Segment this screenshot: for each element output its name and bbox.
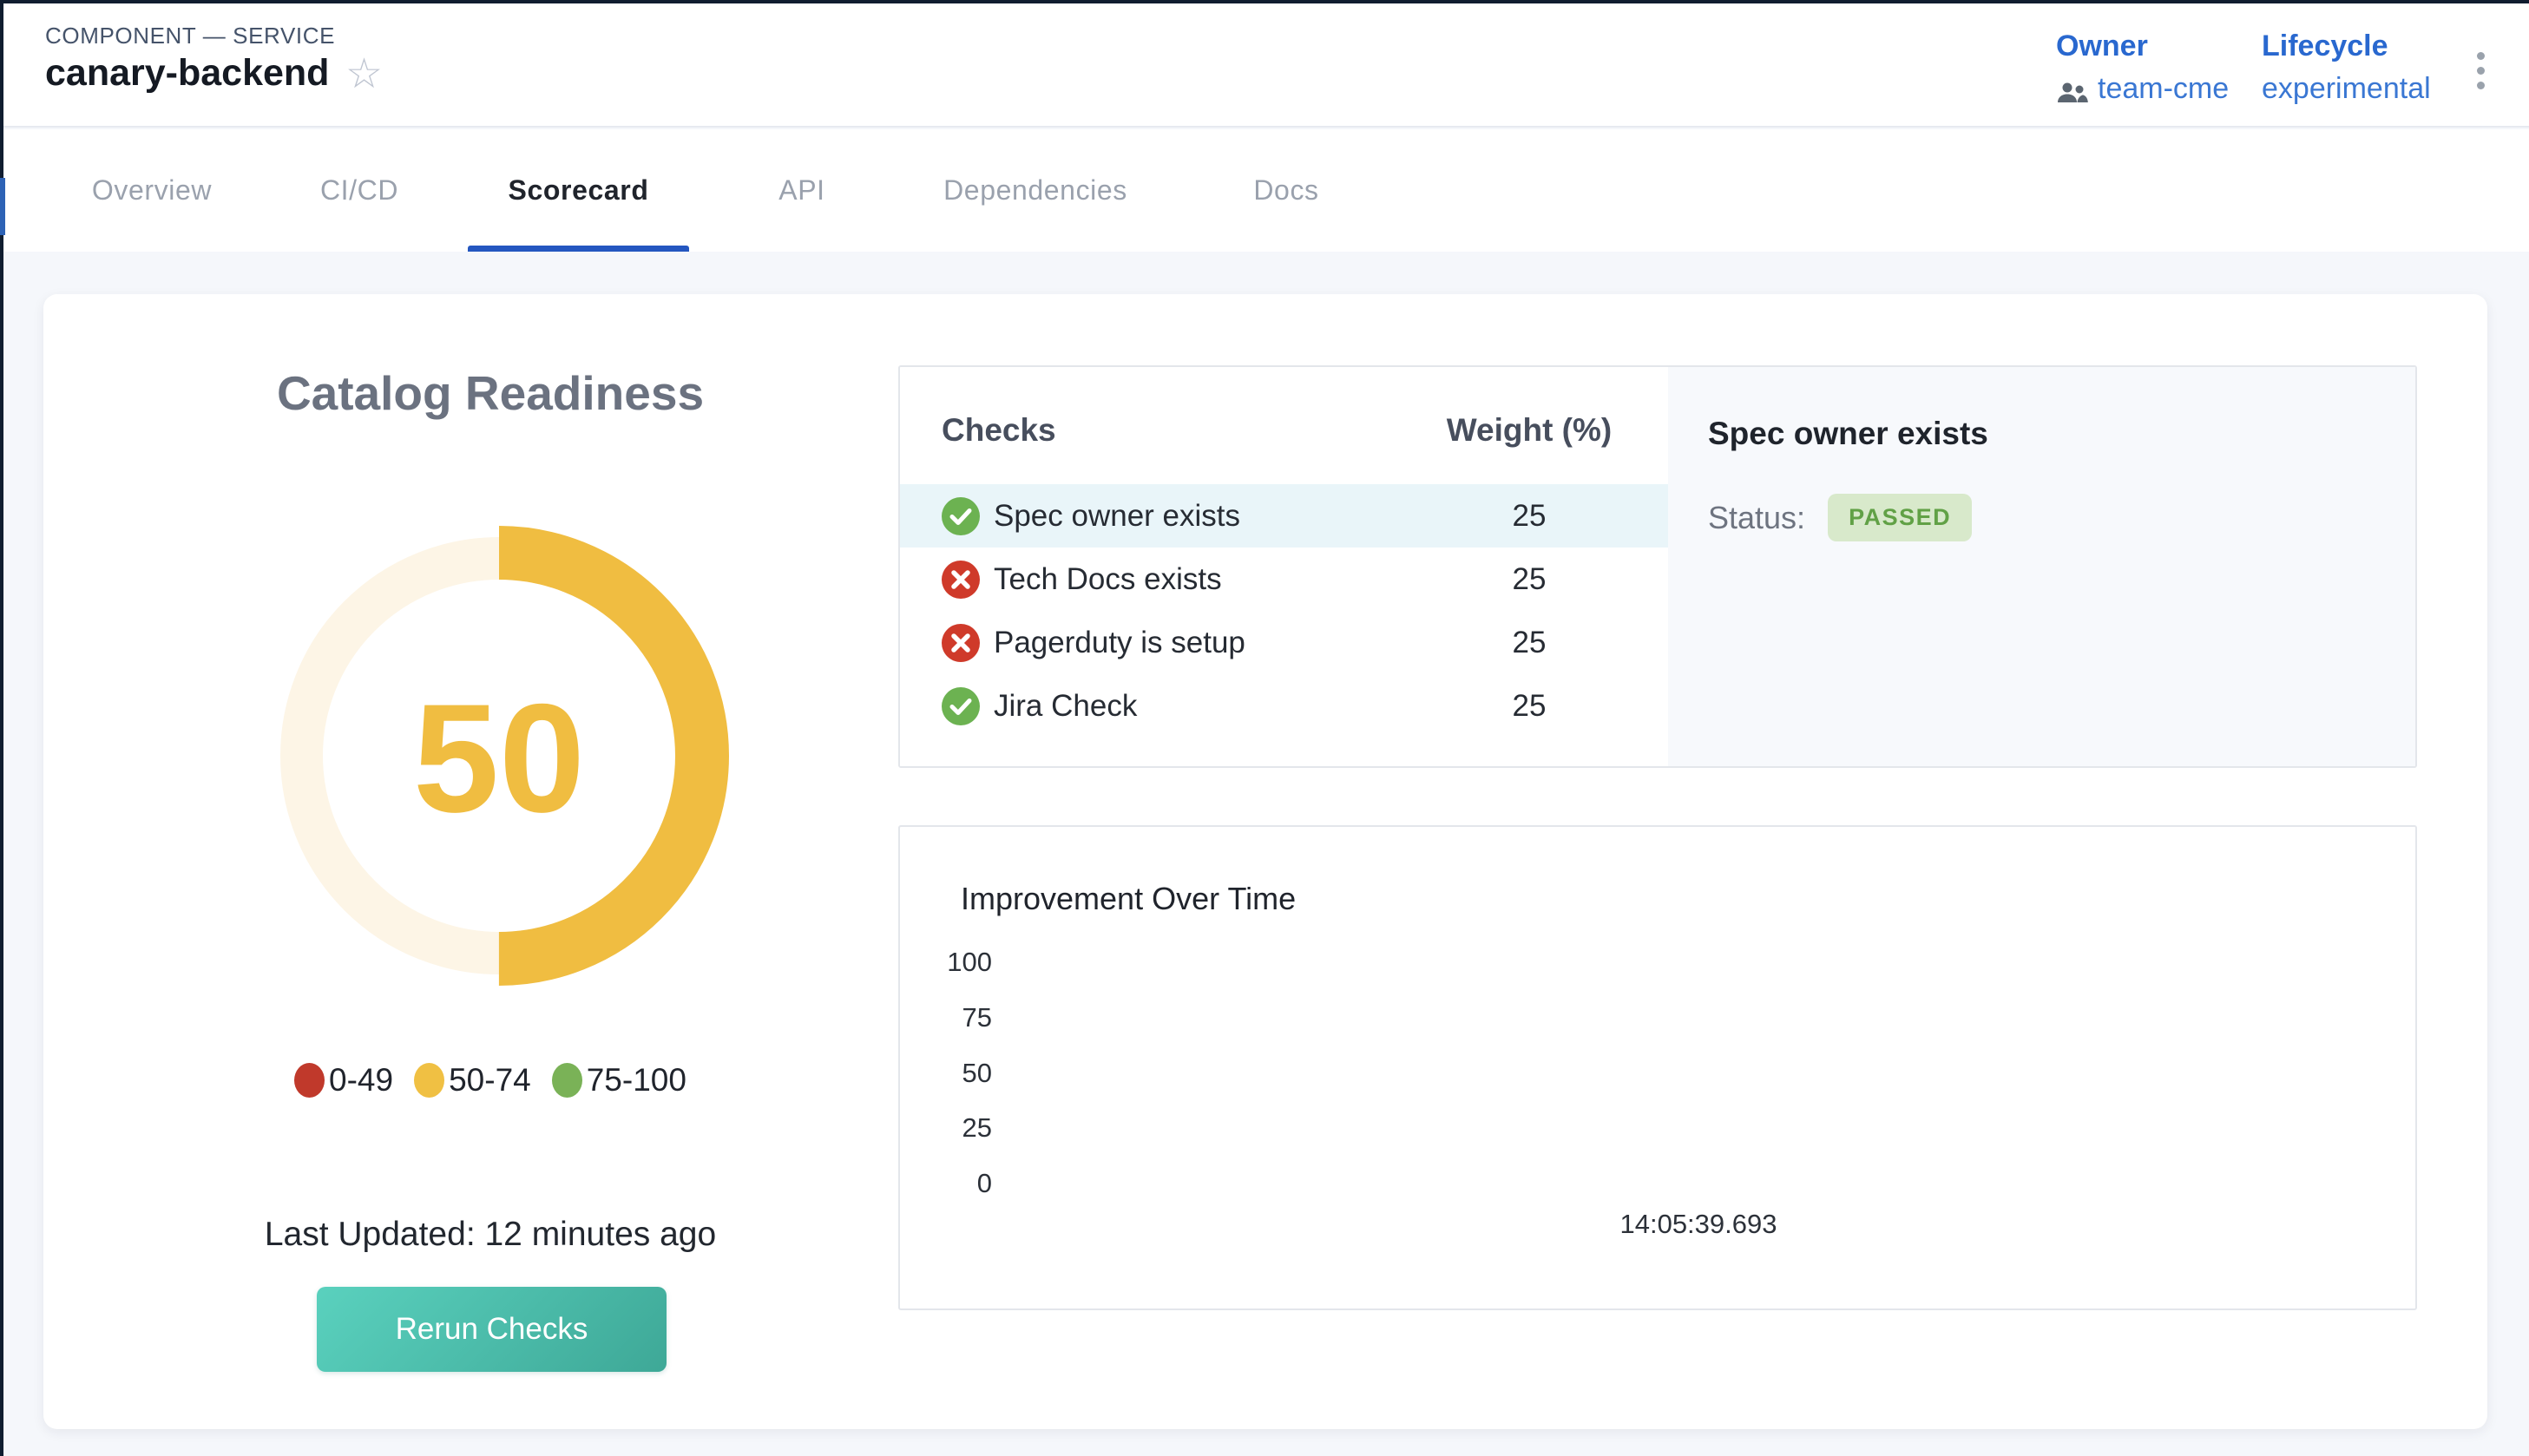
owner-link[interactable]: team-cme (2098, 72, 2229, 106)
check-detail-panel: Spec owner exists Status: PASSED (1668, 367, 2415, 766)
legend-item-low: 0-49 (294, 1062, 393, 1099)
legend-label-low: 0-49 (329, 1062, 393, 1099)
tab-docs[interactable]: Docs (1225, 129, 1347, 252)
check-row-jira[interactable]: Jira Check 25 (900, 674, 1668, 738)
gauge-score-value: 50 (413, 672, 585, 844)
y-axis-tick-25: 25 (900, 1112, 992, 1144)
y-axis-tick-50: 50 (900, 1058, 992, 1089)
status-label: Status: (1708, 500, 1805, 536)
legend-dot-yellow (414, 1063, 444, 1098)
legend-label-mid: 50-74 (449, 1062, 531, 1099)
check-row-tech-docs[interactable]: Tech Docs exists 25 (900, 548, 1668, 611)
lifecycle-value: experimental (2262, 72, 2431, 106)
tab-cicd[interactable]: CI/CD (299, 129, 420, 252)
legend-item-high: 75-100 (552, 1062, 686, 1099)
tab-api[interactable]: API (746, 129, 858, 252)
check-passed-icon (942, 687, 980, 725)
favorite-star-icon[interactable]: ☆ (345, 54, 383, 95)
y-axis-tick-0: 0 (900, 1168, 992, 1199)
legend-dot-red (294, 1063, 325, 1098)
team-icon (2056, 78, 2089, 101)
gauge-title: Catalog Readiness (43, 365, 937, 421)
improvement-chart-title: Improvement Over Time (961, 881, 1296, 917)
check-detail-title: Spec owner exists (1708, 416, 1988, 452)
checks-table: Checks Weight (%) Spec owner exists 25 (900, 367, 1668, 766)
last-updated-text: Last Updated: 12 minutes ago (43, 1216, 937, 1254)
entity-header: COMPONENT — SERVICE canary-backend ☆ Own… (3, 3, 2529, 128)
window-top-edge (0, 0, 2529, 3)
checks-panel: Checks Weight (%) Spec owner exists 25 (898, 365, 2417, 768)
lifecycle-block: Lifecycle experimental (2262, 30, 2431, 106)
page-title: canary-backend (45, 52, 329, 95)
content-area: Catalog Readiness 50 0-49 50-74 75-100 L (3, 252, 2529, 1456)
legend-dot-green (552, 1063, 582, 1098)
status-badge: PASSED (1828, 494, 1972, 541)
x-axis-tick-timestamp: 14:05:39.693 (1568, 1209, 1829, 1240)
check-failed-icon (942, 561, 980, 599)
more-options-kebab-icon[interactable] (2473, 49, 2488, 93)
readiness-gauge-chart: 50 (256, 513, 742, 999)
check-passed-icon (942, 497, 980, 535)
entity-kind-label: COMPONENT — SERVICE (45, 23, 335, 49)
checks-table-header: Checks Weight (%) (900, 412, 1668, 449)
legend-label-high: 75-100 (587, 1062, 686, 1099)
y-axis-tick-75: 75 (900, 1002, 992, 1033)
weight-column-header: Weight (%) (1390, 412, 1668, 449)
check-failed-icon (942, 624, 980, 662)
checks-rows: Spec owner exists 25 Tech Docs exists 25 (900, 484, 1668, 738)
owner-block: Owner team-cme (2056, 30, 2229, 106)
improvement-chart: Improvement Over Time 100 75 50 25 0 14:… (898, 825, 2417, 1310)
rerun-checks-button[interactable]: Rerun Checks (317, 1287, 667, 1372)
gauge-legend: 0-49 50-74 75-100 (43, 1062, 937, 1099)
check-row-pagerduty[interactable]: Pagerduty is setup 25 (900, 611, 1668, 674)
tab-overview[interactable]: Overview (69, 129, 234, 252)
sidebar-active-indicator (0, 178, 5, 235)
lifecycle-label: Lifecycle (2262, 30, 2431, 63)
owner-label: Owner (2056, 30, 2229, 63)
scorecard-card: Catalog Readiness 50 0-49 50-74 75-100 L (43, 294, 2487, 1429)
tab-dependencies[interactable]: Dependencies (922, 129, 1149, 252)
y-axis-tick-100: 100 (900, 947, 992, 978)
tab-scorecard[interactable]: Scorecard (468, 129, 689, 252)
check-row-spec-owner[interactable]: Spec owner exists 25 (900, 484, 1668, 548)
entity-tabbar: Overview CI/CD Scorecard API Dependencie… (3, 129, 2529, 252)
legend-item-mid: 50-74 (414, 1062, 531, 1099)
check-detail-status-row: Status: PASSED (1708, 494, 1972, 541)
checks-column-header: Checks (900, 412, 1390, 449)
